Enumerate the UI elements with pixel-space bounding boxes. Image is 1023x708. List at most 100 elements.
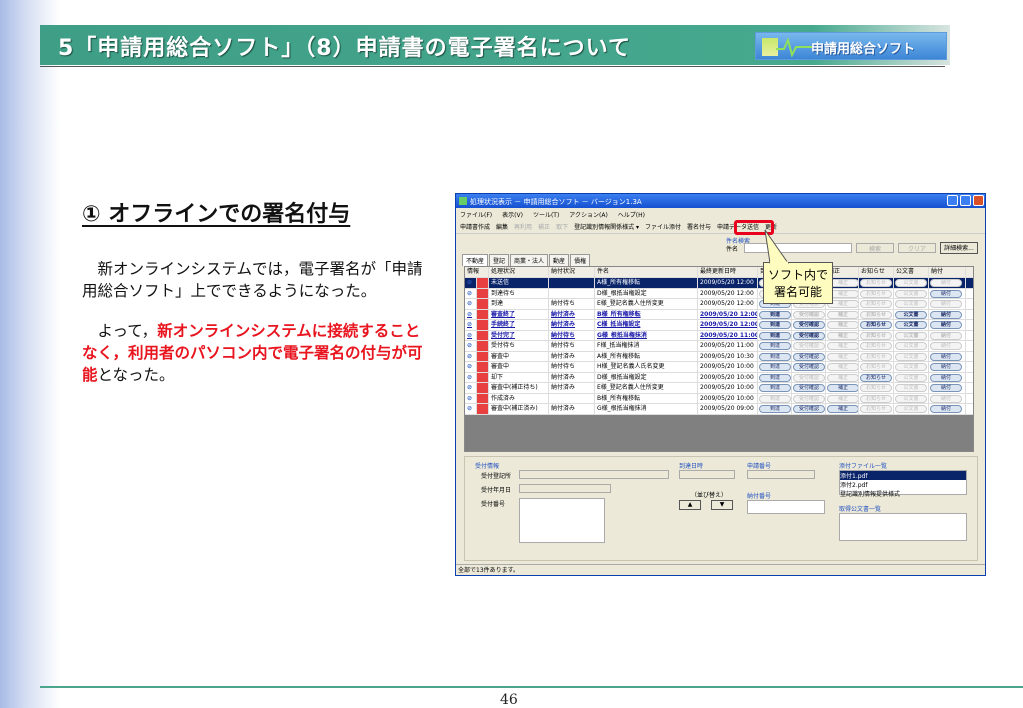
column-header[interactable]: 納付状況 (549, 267, 595, 277)
table-row[interactable]: ⊘ 却下 納付済み D様_根抵当権設定 2009/05/20 10:00 到達 受付確認 補正… (465, 372, 973, 383)
table-row[interactable]: ⊘ 作成済み B様_所有権移転 2009/05/20 10:00 到達 受付確認 補正 お知ら… (465, 393, 973, 404)
action-button[interactable]: 受付確認 (793, 321, 825, 329)
attachment-item[interactable]: 登記識別情報提供様式 (840, 489, 966, 498)
table-row[interactable]: ⊘ 受付待ち 納付待ち F様_抵当権抹消 2009/05/20 11:00 到達 受付確認補… (465, 341, 973, 352)
subject-cell: C様_抵当権設定 (595, 320, 698, 330)
action-button[interactable]: 到達 (759, 331, 791, 340)
menu-item[interactable]: ツール(T) (533, 210, 559, 219)
attachments-list[interactable]: 添付1.pdf 添付2.pdf 登記識別情報提供様式 (839, 470, 967, 498)
sort-down-button[interactable]: ▼ (711, 500, 733, 510)
column-header[interactable]: 処理状況 (489, 267, 549, 277)
toolbar-button[interactable]: 申請書作成 (460, 222, 490, 231)
toolbar-button[interactable]: 取下 (556, 222, 568, 231)
tab[interactable]: 商業・法人 (510, 254, 549, 266)
documents-list[interactable] (839, 513, 967, 541)
action-button[interactable]: 到達 (759, 384, 791, 392)
action-button[interactable]: 到達 (759, 310, 791, 319)
column-header[interactable]: 納付 (929, 267, 966, 277)
action-button[interactable]: 公文書 (895, 310, 927, 319)
detail-search-button[interactable]: 詳細検索... (940, 242, 978, 254)
tab[interactable]: 動産 (549, 254, 570, 266)
menu-item[interactable]: ヘルプ(H) (618, 210, 645, 219)
toolbar-button[interactable]: 署名付与 (687, 222, 711, 231)
action-button[interactable]: 納付 (930, 363, 962, 371)
column-header[interactable]: 情報 (465, 267, 489, 277)
toolbar-button[interactable]: 登記識別情報関係様式 ▾ (574, 222, 639, 231)
menu-item[interactable]: ファイル(F) (460, 210, 492, 219)
attachment-item[interactable]: 添付2.pdf (840, 480, 966, 489)
minimize-button[interactable] (947, 195, 958, 206)
action-button[interactable]: 補正 (827, 405, 858, 413)
menu-item[interactable]: アクション(A) (569, 210, 608, 219)
table-row[interactable]: ⊘ 審査中 納付済み A様_所有権移転 2009/05/20 10:30 到達 受付確認 補正… (465, 351, 973, 362)
action-button[interactable]: 納付 (930, 310, 962, 319)
clear-button[interactable]: クリア (898, 243, 936, 253)
toolbar-button[interactable]: 再利用 (514, 222, 532, 231)
action-button[interactable]: 納付 (930, 321, 962, 329)
action-button[interactable]: 到達 (759, 352, 791, 361)
close-button[interactable] (973, 195, 984, 206)
button-cell: 納付 (929, 362, 966, 372)
app-number-field[interactable] (747, 470, 815, 479)
action-button: お知らせ (860, 300, 892, 308)
action-button[interactable]: 受付確認 (793, 363, 825, 371)
column-header[interactable]: お知らせ (859, 267, 894, 277)
action-button[interactable]: 到達 (759, 321, 791, 329)
table-row[interactable]: ⊘未送信A様_所有権移転2009/05/20 12:00到達受付確認補正お知らせ… (465, 278, 973, 289)
button-cell: 受付確認 (792, 362, 826, 372)
toolbar-button[interactable]: 編集 (496, 222, 508, 231)
action-button: 受付確認 (793, 373, 825, 382)
toolbar: 申請書作成 編集 再利用 補正 取下 登記識別情報関係様式 ▾ ファイル添付 署名付与 申請デー… (456, 220, 985, 234)
action-button[interactable]: 納付 (930, 373, 962, 382)
paragraph-2: よって，新オンラインシステムに接続することなく，利用者のパソコン内で電子署名の付… (82, 320, 432, 386)
column-header[interactable]: 公文書 (894, 267, 929, 277)
table-row[interactable]: ⊘ 手続終了 納付済み C様_抵当権設定 2009/05/20 12:00 到達 受付確認補… (465, 320, 973, 331)
tab[interactable]: 不動産 (462, 254, 489, 266)
action-button[interactable]: 到達 (759, 373, 791, 382)
sort-up-button[interactable]: ▲ (679, 500, 701, 510)
action-button[interactable]: 補正 (827, 384, 858, 392)
button-cell: 到達 (758, 393, 792, 403)
action-button[interactable]: 納付 (930, 405, 962, 413)
button-cell: お知らせ (859, 393, 894, 403)
action-button: お知らせ (860, 331, 892, 340)
tab[interactable]: 債権 (570, 254, 591, 266)
action-button[interactable]: 受付確認 (793, 405, 825, 413)
table-header: 情報処理状況納付状況件名最終更新日時到達受付確認補正お知らせ公文書納付 (465, 267, 973, 278)
arrival-field[interactable] (679, 470, 735, 479)
toolbar-button[interactable]: 補正 (538, 222, 550, 231)
action-button[interactable]: 到達 (759, 363, 791, 371)
search-button[interactable]: 検索 (856, 243, 894, 253)
action-button[interactable]: お知らせ (860, 321, 892, 329)
date-field[interactable] (519, 484, 611, 493)
action-button[interactable]: 到達 (759, 405, 791, 413)
table-row[interactable]: ⊘到達待ちD様_根抵当権設定2009/05/20 12:00到達受付確認補正お知… (465, 288, 973, 299)
action-button[interactable]: 受付確認 (793, 352, 825, 361)
action-button[interactable]: 納付 (930, 352, 962, 361)
pay-number-field[interactable] (747, 500, 825, 514)
column-header[interactable]: 件名 (595, 267, 698, 277)
table-row[interactable]: ⊘ 受付完了 納付待ち G様_根抵当権抹消 2009/05/20 11:00 到達 受付確認… (465, 330, 973, 341)
action-button[interactable]: 納付 (930, 384, 962, 392)
table-row[interactable]: ⊘ 審査中 納付待ち H様_登記名義人氏名変更 2009/05/20 10:00 到達 受付… (465, 362, 973, 373)
column-header[interactable]: 最終更新日時 (698, 267, 758, 277)
action-button[interactable]: 到達 (759, 342, 791, 350)
action-button[interactable]: 受付確認 (793, 384, 825, 392)
table-row[interactable]: ⊘ 到達 納付待ち E様_登記名義人住所変更 2009/05/20 12:00 到達 受付確… (465, 299, 973, 310)
status-cell: 審査中(補正待ち) (489, 383, 549, 393)
menu-item[interactable]: 表示(V) (502, 210, 523, 219)
maximize-button[interactable] (960, 195, 971, 206)
action-button[interactable]: 受付確認 (793, 331, 825, 340)
button-cell: 補正 (826, 404, 859, 414)
action-button[interactable]: 納付 (930, 289, 962, 298)
attachment-item[interactable]: 添付1.pdf (840, 471, 966, 480)
table-row[interactable]: ⊘ 審査中(補正待ち) 納付済み E様_登記名義人住所変更 2009/05/20 10:… (465, 383, 973, 394)
tab[interactable]: 登記 (489, 254, 510, 266)
office-field[interactable] (519, 470, 669, 479)
action-button[interactable]: お知らせ (860, 373, 892, 382)
number-field[interactable] (519, 498, 605, 543)
action-button[interactable]: 公文書 (895, 321, 927, 329)
toolbar-button[interactable]: ファイル添付 (645, 222, 681, 231)
table-row[interactable]: ⊘ 審査終了 納付済み B様_所有権移転 2009/05/20 12:00 到達 受付確認補… (465, 309, 973, 320)
table-row[interactable]: ⊘ 審査中(補正済み) 納付済み G様_根抵当権抹消 2009/05/20 09:00 到… (465, 404, 973, 415)
